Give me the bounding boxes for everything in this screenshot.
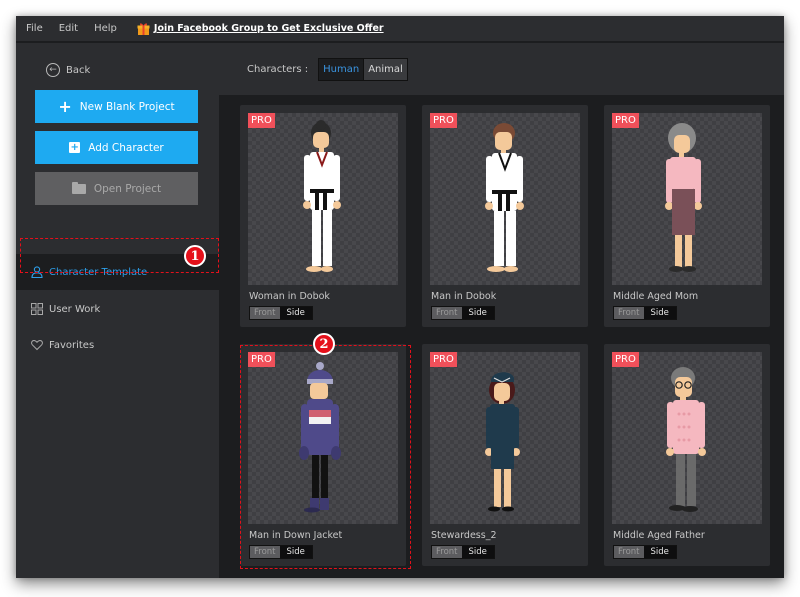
new-blank-project-button[interactable]: + New Blank Project [35,90,198,123]
filter-animal-button[interactable]: Animal [363,58,407,80]
view-toggle: Front Side [431,545,495,559]
man-in-down-jacket-figure [299,362,341,513]
back-arrow-icon: ← [46,63,60,77]
gift-icon [137,22,150,35]
back-label: Back [66,64,91,76]
character-card-woman-in-dobok[interactable]: PRO Woman in Dobok Front Side [240,105,406,327]
woman-in-dobok-figure [303,120,341,272]
menu-bar: File Edit Help Join Facebook Group to Ge… [16,16,784,42]
side-view-button[interactable]: Side [279,307,312,319]
view-toggle: Front Side [613,545,677,559]
open-project-label: Open Project [93,182,162,195]
character-name: Stewardess_2 [431,530,497,541]
front-view-button[interactable]: Front [250,546,280,558]
front-view-button[interactable]: Front [432,307,462,319]
add-character-icon: + [69,142,81,153]
character-card-middle-aged-mom[interactable]: PRO Middle Aged Mom Front Side [604,105,770,327]
side-view-button[interactable]: Side [643,546,676,558]
app-window: File Edit Help Join Facebook Group to Ge… [16,16,784,578]
pro-badge: PRO [248,113,275,128]
character-thumbnail[interactable]: PRO [430,113,580,285]
character-name: Man in Down Jacket [249,530,343,541]
sidebar-item-user-work[interactable]: User Work [16,291,219,327]
side-view-button[interactable]: Side [643,307,676,319]
middle-aged-mom-figure [665,123,702,272]
character-name: Man in Dobok [431,291,497,302]
filter-human-button[interactable]: Human [319,58,364,80]
view-toggle: Front Side [431,306,495,320]
heart-icon [31,339,43,351]
front-view-button[interactable]: Front [250,307,280,319]
character-name: Woman in Dobok [249,291,330,302]
menu-edit[interactable]: Edit [51,23,86,34]
character-type-toggle: Human Animal [318,57,408,81]
pro-badge: PRO [612,352,639,367]
front-view-button[interactable]: Front [432,546,462,558]
main-content: Characters : Human Animal PRO Woman in D… [219,43,784,578]
side-view-button[interactable]: Side [279,546,312,558]
character-card-stewardess-2[interactable]: PRO Stewardess_2 Front Side [422,344,588,566]
character-thumbnail[interactable]: PRO [612,352,762,524]
front-view-button[interactable]: Front [614,546,644,558]
facebook-promo-link[interactable]: Join Facebook Group to Get Exclusive Off… [137,22,384,35]
favorites-label: Favorites [49,339,95,351]
character-filter-bar: Characters : Human Animal [219,43,784,95]
character-thumbnail[interactable]: PRO [248,113,398,285]
menu-file[interactable]: File [16,23,51,34]
view-toggle: Front Side [613,306,677,320]
pro-badge: PRO [612,113,639,128]
character-thumbnail[interactable]: PRO [612,113,762,285]
characters-filter-label: Characters : [247,63,309,75]
view-toggle: Front Side [249,545,313,559]
add-character-label: Add Character [88,141,164,154]
sidebar: ← Back + New Blank Project + Add Charact… [16,43,219,578]
annotation-number-1: 1 [184,245,206,267]
character-card-man-in-dobok[interactable]: PRO Man in Dobok Front Side [422,105,588,327]
annotation-number-2: 2 [313,333,335,355]
open-project-button[interactable]: Open Project [35,172,198,205]
side-view-button[interactable]: Side [461,546,494,558]
front-view-button[interactable]: Front [614,307,644,319]
user-work-label: User Work [49,303,101,315]
side-view-button[interactable]: Side [461,307,494,319]
pro-badge: PRO [430,352,457,367]
back-button[interactable]: ← Back [46,63,90,77]
add-character-button[interactable]: + Add Character [35,131,198,164]
user-icon [31,266,43,279]
man-in-dobok-figure [485,123,524,272]
pro-badge: PRO [430,113,457,128]
character-card-middle-aged-father[interactable]: PRO Middle Aged Father Front Side [604,344,770,566]
new-blank-project-label: New Blank Project [79,100,175,113]
character-name: Middle Aged Mom [613,291,699,302]
pro-badge: PRO [248,352,275,367]
character-thumbnail[interactable]: PRO [430,352,580,524]
character-name: Middle Aged Father [613,530,705,541]
sidebar-item-favorites[interactable]: Favorites [16,327,219,363]
middle-aged-father-figure [666,367,706,512]
promo-text[interactable]: Join Facebook Group to Get Exclusive Off… [154,23,384,34]
menu-help[interactable]: Help [86,23,125,34]
character-card-man-in-down-jacket[interactable]: PRO Man in Down Jacket Front Side [240,344,406,566]
plus-icon: + [58,96,72,116]
grid-icon [31,303,43,315]
character-thumbnail[interactable]: PRO [248,352,398,524]
folder-icon [71,181,86,194]
character-template-label: Character Template [49,266,148,278]
stewardess-2-figure [485,372,520,512]
view-toggle: Front Side [249,306,313,320]
